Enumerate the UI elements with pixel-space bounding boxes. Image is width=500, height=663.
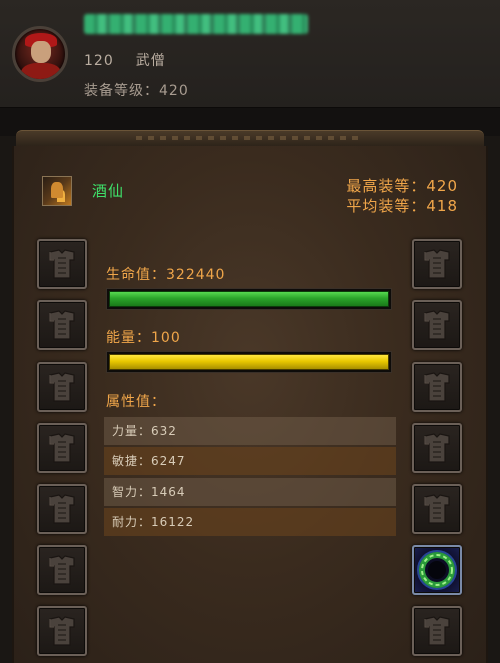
attribute-row-stamina: 耐力：16122 xyxy=(104,508,396,536)
empty-slot-icon xyxy=(47,248,77,280)
character-name-redacted xyxy=(84,14,308,34)
empty-slot-icon xyxy=(47,554,77,586)
avatar-face xyxy=(31,41,51,63)
equip-slot-right-4[interactable] xyxy=(412,423,462,473)
energy-label: 能量：100 xyxy=(106,330,181,346)
equip-slot-left-7[interactable] xyxy=(37,606,87,656)
equip-slot-left-3[interactable] xyxy=(37,362,87,412)
character-avatar[interactable] xyxy=(12,26,68,82)
max-item-level: 最高装等：420 xyxy=(346,177,458,195)
equip-slot-right-2[interactable] xyxy=(412,300,462,350)
empty-slot-icon xyxy=(47,493,77,525)
empty-slot-icon xyxy=(422,493,452,525)
attributes-title: 属性值： xyxy=(106,394,166,410)
monk-spec-icon xyxy=(42,176,72,206)
attribute-row-strength: 力量：632 xyxy=(104,417,396,445)
health-bar-fill xyxy=(109,291,389,307)
equip-slot-right-6[interactable] xyxy=(412,545,462,595)
character-level: 120 xyxy=(84,53,114,69)
energy-bar xyxy=(106,351,392,373)
spec-name: 酒仙 xyxy=(92,182,125,200)
equip-slot-left-6[interactable] xyxy=(37,545,87,595)
attribute-row-agility: 敏捷：6247 xyxy=(104,447,396,475)
empty-slot-icon xyxy=(422,432,452,464)
empty-slot-icon xyxy=(47,432,77,464)
empty-slot-icon xyxy=(47,615,77,647)
attribute-row-intellect: 智力：1464 xyxy=(104,478,396,506)
item-level-summary: 最高装等：420 平均装等：418 xyxy=(346,176,458,216)
equip-slot-left-4[interactable] xyxy=(37,423,87,473)
equip-slot-right-1[interactable] xyxy=(412,239,462,289)
character-class: 武僧 xyxy=(135,53,166,69)
ring-icon xyxy=(417,550,457,590)
energy-bar-fill xyxy=(109,354,389,370)
empty-slot-icon xyxy=(422,309,452,341)
empty-slot-icon xyxy=(47,309,77,341)
equip-slot-right-3[interactable] xyxy=(412,362,462,412)
equip-slot-right-5[interactable] xyxy=(412,484,462,534)
average-item-level: 平均装等：418 xyxy=(346,197,458,215)
equip-slot-left-5[interactable] xyxy=(37,484,87,534)
empty-slot-icon xyxy=(422,371,452,403)
character-header: 120 武僧 装备等级：420 xyxy=(0,0,500,108)
equip-slot-left-2[interactable] xyxy=(37,300,87,350)
equip-slot-right-7[interactable] xyxy=(412,606,462,656)
health-label: 生命值：322440 xyxy=(106,267,226,283)
level-class-line: 120 武僧 xyxy=(84,50,166,70)
empty-slot-icon xyxy=(422,615,452,647)
equip-slot-left-1[interactable] xyxy=(37,239,87,289)
empty-slot-icon xyxy=(422,248,452,280)
avatar-robe xyxy=(21,63,61,79)
equipped-item-level: 装备等级：420 xyxy=(84,83,189,99)
health-bar xyxy=(106,288,392,310)
empty-slot-icon xyxy=(47,371,77,403)
